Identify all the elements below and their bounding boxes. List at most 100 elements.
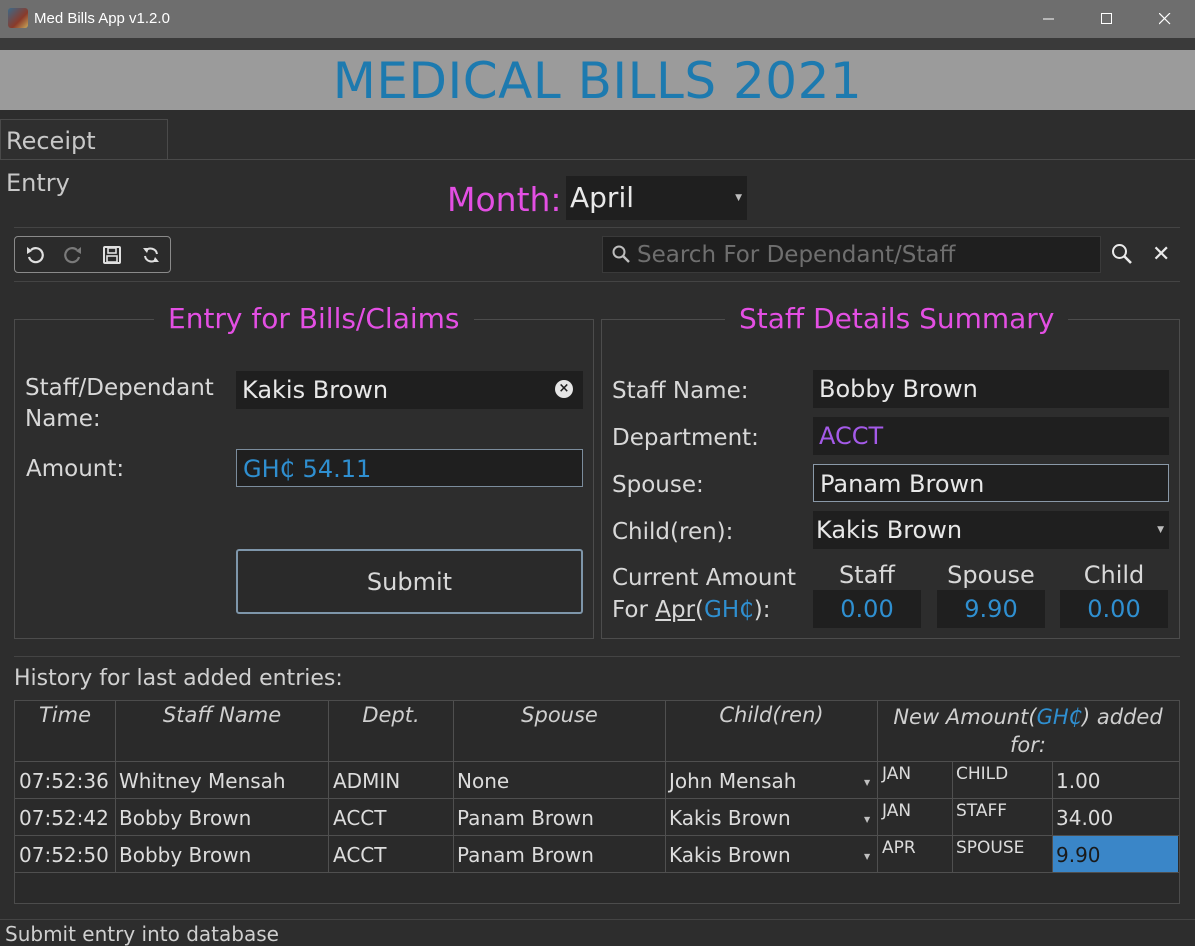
- chevron-down-icon: ▼: [735, 193, 742, 203]
- clear-search-button[interactable]: ✕: [1152, 244, 1170, 266]
- current-amount-for-text: For: [612, 597, 656, 623]
- month-label: Month:: [447, 180, 562, 219]
- spouse-label: Spouse:: [612, 472, 704, 498]
- cell-dept: ACCT: [333, 843, 387, 867]
- search-input[interactable]: [637, 240, 1092, 270]
- row-divider: [15, 872, 1179, 873]
- redo-button[interactable]: [61, 243, 85, 267]
- children-select[interactable]: Kakis Brown ▼: [813, 511, 1169, 549]
- spouse-amount-value: 9.90: [937, 590, 1045, 628]
- chevron-down-icon: ▼: [1157, 525, 1164, 535]
- app-icon: [8, 8, 28, 28]
- cell-dept: ACCT: [333, 806, 387, 830]
- column-header-children[interactable]: Child(ren): [666, 703, 877, 727]
- column-header-dept[interactable]: Dept.: [329, 703, 453, 727]
- refresh-icon: [143, 247, 159, 263]
- cell-children-select[interactable]: John Mensah: [669, 769, 796, 793]
- staff-name-label: Staff Name:: [612, 378, 749, 404]
- close-icon: ×: [558, 381, 570, 396]
- entry-group-title: Entry for Bills/Claims: [154, 302, 474, 335]
- current-amount-close-paren: ):: [753, 597, 771, 623]
- current-amount-label-line2: For Apr(GH₵):: [612, 595, 771, 626]
- new-amount-header-suffix: ) added: [1082, 705, 1163, 729]
- cell-time: 07:52:36: [19, 769, 109, 793]
- page-title: MEDICAL BILLS 2021: [332, 52, 863, 110]
- window-title: Med Bills App v1.2.0: [34, 10, 170, 27]
- cell-staff-name: Whitney Mensah: [119, 769, 286, 793]
- staff-dependant-name-field[interactable]: Kakis Brown ×: [236, 371, 583, 409]
- amount-field[interactable]: GH₵ 54.11: [236, 449, 583, 487]
- cell-amount[interactable]: 9.90: [1056, 843, 1101, 867]
- current-amount-open-paren: (: [695, 597, 705, 623]
- column-header-staff-name[interactable]: Staff Name: [116, 703, 328, 727]
- cell-time: 07:52:50: [19, 843, 109, 867]
- cell-type: CHILD: [956, 764, 1009, 784]
- search-icon: [1112, 244, 1132, 264]
- search-box: [602, 236, 1101, 273]
- maximize-icon: [1101, 13, 1112, 24]
- close-icon: ✕: [1152, 242, 1171, 267]
- new-amount-header-open-paren: (: [1028, 705, 1037, 729]
- cell-staff-name: Bobby Brown: [119, 806, 252, 830]
- row-divider: [15, 761, 1179, 762]
- new-amount-header-for: for:: [1010, 733, 1046, 757]
- refresh-button[interactable]: [139, 243, 163, 267]
- cell-type: STAFF: [956, 801, 1008, 821]
- cell-month: APR: [882, 838, 916, 858]
- history-label: History for last added entries:: [14, 666, 343, 691]
- cell-type: SPOUSE: [956, 838, 1025, 858]
- cell-month: JAN: [882, 764, 912, 784]
- current-amount-label-line1: Current Amount: [612, 565, 797, 591]
- cell-staff-name: Bobby Brown: [119, 843, 252, 867]
- edit-toolbar: [14, 236, 171, 273]
- staff-dependant-name-value: Kakis Brown: [242, 376, 389, 404]
- close-button[interactable]: [1136, 0, 1194, 38]
- header-band: [0, 38, 1195, 50]
- staff-name-label-line1: Staff/Dependant: [25, 375, 214, 401]
- search-button[interactable]: [1110, 242, 1134, 270]
- undo-icon: [27, 247, 44, 264]
- divider: [14, 281, 1180, 282]
- cell-spouse: Panam Brown: [457, 843, 594, 867]
- tab-receipt-entry[interactable]: Receipt Entry: [0, 119, 168, 197]
- department-label: Department:: [612, 425, 759, 451]
- column-header-spouse[interactable]: Spouse: [454, 703, 665, 727]
- chevron-down-icon: ▼: [864, 852, 871, 861]
- submit-button[interactable]: Submit: [236, 549, 583, 614]
- cell-spouse: Panam Brown: [457, 806, 594, 830]
- divider: [14, 656, 1180, 657]
- children-value: Kakis Brown: [816, 516, 963, 544]
- month-value: April: [570, 181, 634, 214]
- close-icon: [1159, 13, 1171, 25]
- divider: [14, 227, 1180, 228]
- save-icon: [103, 246, 121, 264]
- month-select[interactable]: April ▼: [566, 176, 747, 220]
- redo-icon: [64, 247, 81, 264]
- cell-dept: ADMIN: [333, 769, 401, 793]
- chevron-down-icon: ▼: [864, 778, 871, 787]
- maximize-button[interactable]: [1078, 0, 1136, 38]
- spouse-field: Panam Brown: [813, 464, 1169, 502]
- cell-amount[interactable]: 1.00: [1056, 769, 1101, 793]
- cell-time: 07:52:42: [19, 806, 109, 830]
- staff-amount-value: 0.00: [813, 590, 921, 628]
- cell-children-select[interactable]: Kakis Brown: [669, 806, 791, 830]
- column-divider: [952, 762, 953, 873]
- spouse-amount-header: Spouse: [947, 561, 1035, 589]
- column-header-time[interactable]: Time: [15, 703, 115, 727]
- cell-children-select[interactable]: Kakis Brown: [669, 843, 791, 867]
- new-amount-header-text: New Amount: [893, 705, 1029, 729]
- minimize-button[interactable]: [1020, 0, 1078, 38]
- clear-field-button[interactable]: ×: [555, 380, 573, 398]
- banner: MEDICAL BILLS 2021: [0, 50, 1195, 110]
- children-label: Child(ren):: [612, 519, 734, 545]
- child-amount-value: 0.00: [1060, 590, 1168, 628]
- staff-amount-header: Staff: [839, 561, 895, 589]
- history-table: Time Staff Name Dept. Spouse Child(ren) …: [14, 700, 1180, 904]
- undo-button[interactable]: [23, 243, 47, 267]
- save-button[interactable]: [100, 243, 124, 267]
- window-titlebar: Med Bills App v1.2.0: [0, 0, 1195, 38]
- cell-amount[interactable]: 34.00: [1056, 806, 1113, 830]
- column-header-new-amount[interactable]: New Amount(GH₵) added for:: [878, 703, 1178, 759]
- cell-spouse: None: [457, 769, 510, 793]
